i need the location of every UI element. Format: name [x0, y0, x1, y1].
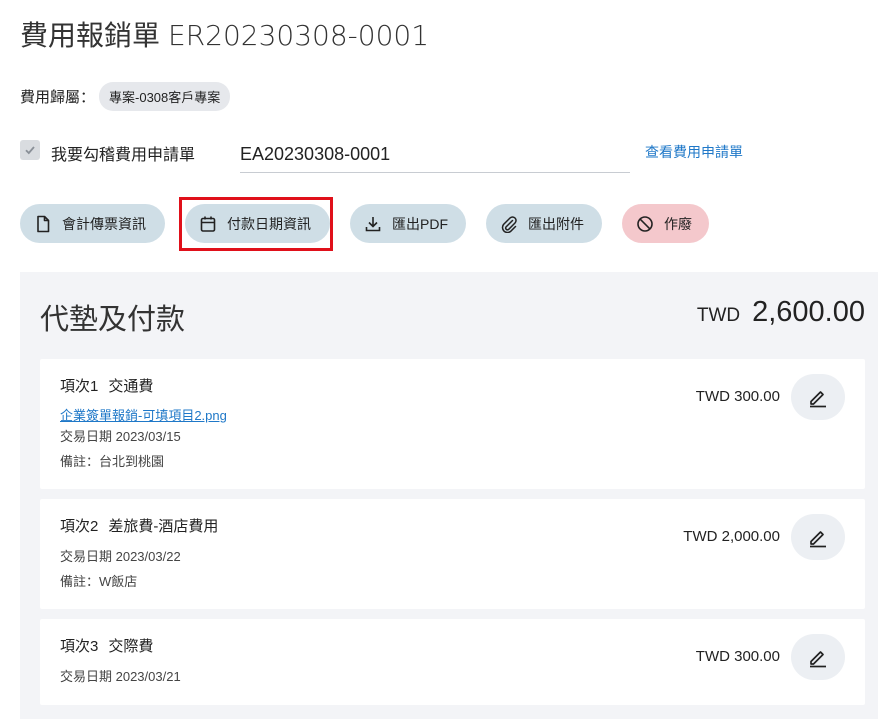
view-application-link[interactable]: 查看費用申請單	[645, 142, 743, 162]
item-title: 項次3 交際費	[60, 635, 153, 656]
item-index: 項次1	[60, 378, 99, 395]
item-category: 差旅費-酒店費用	[108, 518, 219, 535]
project-chip[interactable]: 專案-0308客戶專案	[99, 82, 231, 111]
application-number-input[interactable]	[240, 136, 630, 173]
item-amount: TWD 2,000.00	[683, 528, 780, 545]
ban-icon	[636, 215, 654, 233]
item-index: 項次3	[60, 638, 99, 655]
voucher-info-label: 會計傳票資訊	[62, 215, 146, 232]
item-note: 備註：W飯店	[60, 574, 138, 589]
expense-item: 項次3 交際費 交易日期 2023/03/21 TWD 300.00	[40, 619, 865, 705]
void-button[interactable]: 作廢	[622, 204, 709, 243]
pencil-icon	[810, 651, 826, 668]
item-title: 項次1 交通費	[60, 375, 153, 396]
link-application-label: 我要勾稽費用申請單	[51, 147, 196, 164]
reimbursement-panel: 代墊及付款 TWD 2,600.00 項次1 交通費 企業簽單報銷-可填項目2.p…	[20, 272, 878, 719]
item-index: 項次2	[60, 518, 99, 535]
item-title: 項次2 差旅費-酒店費用	[60, 515, 218, 536]
export-attachments-button[interactable]: 匯出附件	[486, 204, 602, 243]
expense-item: 項次2 差旅費-酒店費用 交易日期 2023/03/22 備註：W飯店 TWD 2…	[40, 499, 865, 609]
attachment-link[interactable]: 企業簽單報銷-可填項目2.png	[60, 405, 227, 424]
pencil-icon	[810, 391, 826, 408]
highlight-annotation	[179, 197, 333, 251]
void-label: 作廢	[664, 215, 692, 232]
expense-owner-label: 費用歸屬：	[20, 89, 96, 106]
export-attachments-label: 匯出附件	[528, 215, 584, 232]
item-note: 備註：台北到桃園	[60, 454, 165, 469]
item-category: 交際費	[108, 638, 154, 655]
item-amount: TWD 300.00	[695, 388, 780, 405]
edit-item-button[interactable]	[791, 514, 845, 560]
page-title: 費用報銷單 ER20230308-0001	[20, 14, 429, 54]
action-toolbar: 會計傳票資訊 付款日期資訊 匯出PDF 匯出附件 作廢	[20, 204, 878, 244]
document-icon	[34, 215, 52, 233]
voucher-info-button[interactable]: 會計傳票資訊	[20, 204, 165, 243]
paperclip-icon	[500, 215, 518, 233]
item-date: 交易日期 2023/03/21	[60, 669, 181, 684]
export-pdf-button[interactable]: 匯出PDF	[350, 204, 466, 243]
total-value: 2,600.00	[752, 296, 865, 328]
item-date: 交易日期 2023/03/22	[60, 549, 181, 564]
total-currency: TWD	[696, 305, 741, 326]
check-icon	[25, 146, 35, 155]
page-title-text: 費用報銷單	[20, 19, 161, 52]
expense-item: 項次1 交通費 企業簽單報銷-可填項目2.png 交易日期 2023/03/15 …	[40, 359, 865, 489]
download-icon	[364, 215, 382, 233]
document-number: ER20230308-0001	[168, 19, 430, 52]
total-amount: TWD 2,600.00	[697, 296, 865, 329]
pencil-icon	[810, 531, 826, 548]
section-title: 代墊及付款	[40, 302, 186, 336]
edit-item-button[interactable]	[791, 634, 845, 680]
edit-item-button[interactable]	[791, 374, 845, 420]
item-category: 交通費	[108, 378, 154, 395]
export-pdf-label: 匯出PDF	[392, 215, 448, 232]
item-date: 交易日期 2023/03/15	[60, 429, 181, 444]
link-application-checkbox[interactable]	[20, 140, 40, 160]
expense-owner-row: 費用歸屬： 專案-0308客戶專案	[20, 82, 231, 111]
link-application-row: 我要勾稽費用申請單 查看費用申請單	[20, 136, 750, 176]
item-amount: TWD 300.00	[695, 648, 780, 665]
